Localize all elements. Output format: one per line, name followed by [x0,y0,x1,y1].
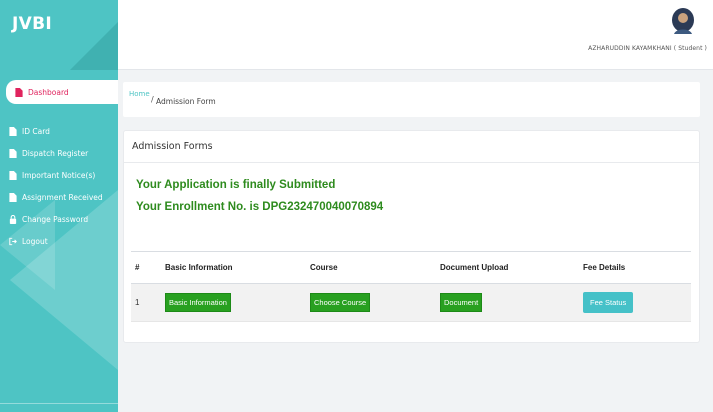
sidebar-item-label: Assignment Received [22,192,103,202]
col-header-index: # [131,251,161,284]
enrollment-message: Your Enrollment No. is DPG23247004007089… [136,201,384,213]
breadcrumb-current: Admission Form [156,97,216,106]
admission-table: # Basic Information Course Document Uplo… [131,251,691,322]
col-header-course: Course [306,251,436,284]
breadcrumb: Home / Admission Form [123,82,700,117]
sidebar-item-label: Dashboard [28,87,69,97]
top-header: AZHARUDDIN KAYAMKHANI ( Student ) [118,0,713,70]
table-header-row: # Basic Information Course Document Uplo… [131,251,691,284]
sidebar-nav: Dashboard ID Card Dispatch Register Impo… [0,80,118,252]
sidebar-item-label: Logout [22,236,48,246]
file-icon [14,87,23,97]
user-name[interactable]: AZHARUDDIN KAYAMKHANI ( Student ) [588,45,707,52]
sidebar-item-label: Change Password [22,214,89,224]
sidebar-item-dispatch-register[interactable]: Dispatch Register [0,142,118,164]
choose-course-button[interactable]: Choose Course [310,293,371,312]
col-header-document-upload: Document Upload [436,251,579,284]
basic-information-button[interactable]: Basic Information [165,293,231,312]
sidebar-item-important-notices[interactable]: Important Notice(s) [0,164,118,186]
col-header-basic-info: Basic Information [161,251,306,284]
cell-fee: Fee Status [579,283,691,322]
sidebar-item-change-password[interactable]: Change Password [0,208,118,230]
sidebar-item-assignment-received[interactable]: Assignment Received [0,186,118,208]
file-icon [8,170,17,180]
sidebar: JVBI Dashboard ID Card Dispatch Register… [0,0,118,412]
submission-message: Your Application is finally Submitted [136,179,336,191]
sidebar-divider [0,403,118,404]
document-button[interactable]: Document [440,293,483,312]
sidebar-item-label: ID Card [22,126,50,136]
breadcrumb-separator: / [151,95,154,104]
sidebar-item-label: Dispatch Register [22,148,89,158]
logout-icon [8,237,17,246]
file-icon [8,126,17,136]
cell-basic-info: Basic Information [161,283,306,322]
cell-document: Document [436,283,579,322]
admission-forms-card: Admission Forms Your Application is fina… [123,130,700,343]
sidebar-item-logout[interactable]: Logout [0,230,118,252]
avatar[interactable] [671,8,695,38]
cell-course: Choose Course [306,283,436,322]
file-icon [8,148,17,158]
sidebar-item-label: Important Notice(s) [22,170,96,180]
col-header-fee-details: Fee Details [579,251,691,284]
table-row: 1 Basic Information Choose Course Docume… [131,283,691,322]
sidebar-item-dashboard[interactable]: Dashboard [6,80,118,104]
sidebar-item-id-card[interactable]: ID Card [0,120,118,142]
row-index: 1 [131,283,161,322]
lock-icon [8,214,17,224]
file-icon [8,192,17,202]
fee-status-button[interactable]: Fee Status [583,292,634,313]
card-title: Admission Forms [124,131,699,163]
brand-logo[interactable]: JVBI [12,14,52,34]
breadcrumb-home-link[interactable]: Home [129,90,150,98]
